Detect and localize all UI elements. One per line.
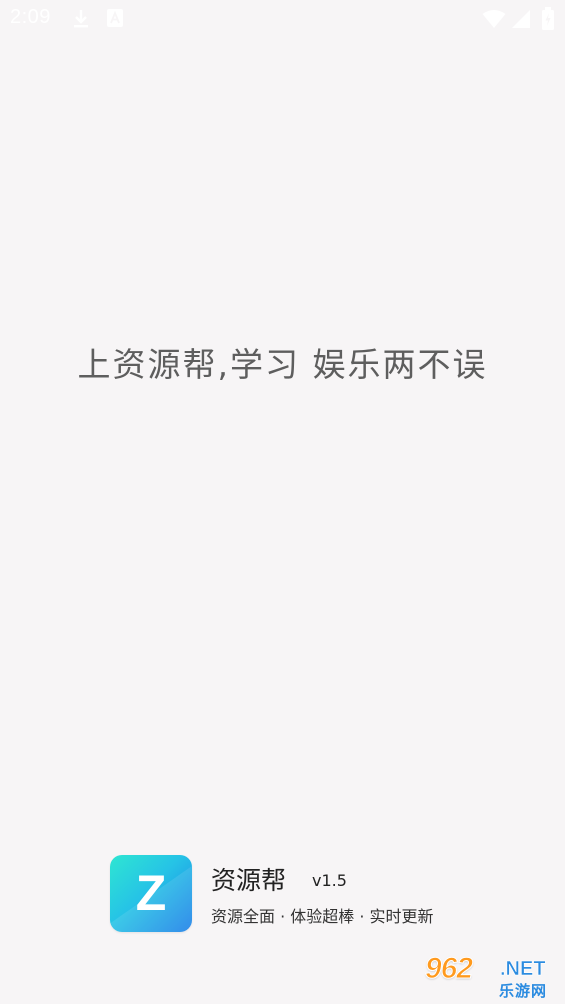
wifi-icon	[482, 9, 506, 33]
watermark-subtitle: 乐游网	[499, 982, 548, 1000]
app-version: v1.5	[312, 871, 347, 890]
watermark-number: 962	[424, 952, 473, 986]
app-logo: Z	[110, 855, 192, 932]
signal-icon	[510, 9, 532, 33]
watermark-logo: 962 .NET 乐游网	[424, 952, 561, 1002]
splash-screen: 2:09 上资源帮,学习 娱乐两不误 Z 资源帮 v1.5 资源全面 · 体验超…	[0, 0, 565, 1004]
logo-letter: Z	[135, 865, 167, 921]
splash-slogan: 上资源帮,学习 娱乐两不误	[77, 345, 488, 384]
a-icon	[106, 8, 124, 32]
watermark-domain: .NET	[500, 958, 546, 981]
battery-icon	[541, 7, 555, 35]
status-bar: 2:09	[0, 0, 565, 38]
app-tagline: 资源全面 · 体验超棒 · 实时更新	[211, 907, 434, 926]
status-time: 2:09	[10, 6, 51, 28]
app-name: 资源帮	[211, 866, 287, 895]
download-icon	[72, 8, 90, 34]
